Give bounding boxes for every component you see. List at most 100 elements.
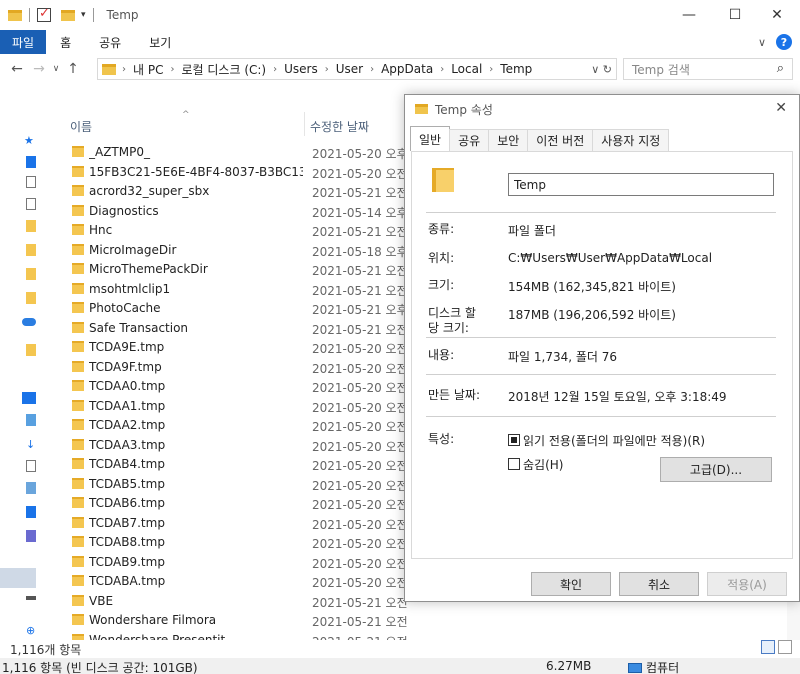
computer-icon[interactable] xyxy=(22,392,36,404)
tab-file[interactable]: 파일 xyxy=(0,30,47,54)
hidden-checkbox[interactable] xyxy=(508,458,520,470)
file-row[interactable]: TCDAB4.tmp 2021-05-20 오전 ... xyxy=(36,454,416,474)
file-row[interactable]: Hnc 2021-05-21 오전 ... xyxy=(36,220,416,240)
address-bar[interactable]: › 내 PC › 로컬 디스크 (C:) › Users › User › Ap… xyxy=(97,58,617,80)
quick-access-dropdown-icon[interactable]: ▾ xyxy=(81,10,86,20)
recent-locations-icon[interactable]: ∨ xyxy=(50,64,62,74)
chevron-right-icon[interactable]: › xyxy=(489,64,493,75)
objects-icon[interactable] xyxy=(26,414,36,426)
breadcrumb-users[interactable]: Users xyxy=(284,62,318,76)
breadcrumb-appdata[interactable]: AppData xyxy=(381,62,433,76)
star-icon[interactable]: ★ xyxy=(24,134,34,147)
apply-button[interactable]: 적용(A) xyxy=(707,572,787,596)
file-row[interactable]: TCDAA2.tmp 2021-05-20 오전 ... xyxy=(36,415,416,435)
folder-icon[interactable] xyxy=(26,244,36,256)
file-row[interactable]: TCDAB5.tmp 2021-05-20 오전 ... xyxy=(36,474,416,494)
readonly-label[interactable]: 읽기 전용(폴더의 파일에만 적용)(R) xyxy=(523,432,705,449)
file-row[interactable]: VBE2021-05-21 오전 ...파일 폴더 xyxy=(36,591,416,611)
local-disk-nav-item[interactable] xyxy=(0,568,36,588)
breadcrumb-local-disk[interactable]: 로컬 디스크 (C:) xyxy=(181,61,266,78)
chevron-right-icon[interactable]: › xyxy=(273,64,277,75)
folder-icon[interactable] xyxy=(26,268,36,280)
file-row[interactable]: TCDAB7.tmp 2021-05-20 오전 ... xyxy=(36,513,416,533)
document-icon[interactable] xyxy=(26,460,36,472)
breadcrumb-local[interactable]: Local xyxy=(451,62,482,76)
music-icon[interactable] xyxy=(26,506,36,518)
tab-view[interactable]: 보기 xyxy=(135,30,185,54)
tab-customize[interactable]: 사용자 지정 xyxy=(592,129,670,151)
breadcrumb-user[interactable]: User xyxy=(336,62,363,76)
folder-icon[interactable] xyxy=(26,220,36,232)
maximize-button[interactable]: ☐ xyxy=(712,0,758,30)
video-icon[interactable] xyxy=(26,530,36,542)
drive-icon[interactable] xyxy=(26,596,36,600)
file-row[interactable]: TCDAB8.tmp 2021-05-20 오전 ... xyxy=(36,532,416,552)
advanced-button[interactable]: 고급(D)... xyxy=(660,457,772,482)
expand-ribbon-icon[interactable]: ∨ xyxy=(758,36,766,49)
refresh-icon[interactable]: ∨ ↻ xyxy=(591,63,612,76)
dialog-close-icon[interactable]: ✕ xyxy=(775,100,787,116)
close-button[interactable]: ✕ xyxy=(754,0,800,30)
folder-name-input[interactable] xyxy=(508,173,774,196)
file-row[interactable]: PhotoCache 2021-05-21 오후 ... xyxy=(36,298,416,318)
file-row[interactable]: TCDAA0.tmp 2021-05-20 오전 ... xyxy=(36,376,416,396)
file-row[interactable]: TCDA9F.tmp 2021-05-20 오전 ... xyxy=(36,357,416,377)
minimize-button[interactable]: — xyxy=(666,0,712,30)
help-icon[interactable]: ? xyxy=(776,34,792,50)
file-row[interactable]: TCDAA3.tmp 2021-05-20 오전 ... xyxy=(36,435,416,455)
new-folder-quick-access-icon[interactable] xyxy=(61,9,75,21)
navigation-pane[interactable]: ★ ↓ ⊕ xyxy=(0,112,36,640)
details-view-icon[interactable] xyxy=(761,640,775,654)
tab-home[interactable]: 홈 xyxy=(46,30,85,54)
onedrive-icon[interactable] xyxy=(22,318,36,326)
back-arrow-icon[interactable]: ← xyxy=(6,61,28,77)
network-icon[interactable]: ⊕ xyxy=(26,624,36,637)
document-icon[interactable] xyxy=(26,176,36,188)
chevron-right-icon[interactable]: › xyxy=(122,64,126,75)
file-row[interactable]: _AZTMP0_ 2021-05-20 오후 ... xyxy=(36,142,416,162)
column-header-name[interactable]: 이름 xyxy=(70,118,92,135)
tab-share[interactable]: 공유 xyxy=(85,30,135,54)
file-row[interactable]: acrord32_super_sbx 2021-05-21 오전 ... xyxy=(36,181,416,201)
file-row[interactable]: Diagnostics 2021-05-14 오후 ... xyxy=(36,201,416,221)
file-row[interactable]: Safe Transaction 2021-05-21 오전 ... xyxy=(36,318,416,338)
column-header-date[interactable]: 수정한 날짜 xyxy=(310,118,369,135)
hidden-label[interactable]: 숨김(H) xyxy=(523,456,563,473)
up-arrow-icon[interactable]: ↑ xyxy=(62,61,84,77)
breadcrumb-temp[interactable]: Temp xyxy=(500,62,532,76)
chevron-right-icon[interactable]: › xyxy=(325,64,329,75)
file-row[interactable]: TCDAB6.tmp 2021-05-20 오전 ... xyxy=(36,493,416,513)
search-input[interactable]: Temp 검색 ⌕ xyxy=(623,58,793,80)
tab-general[interactable]: 일반 xyxy=(410,126,451,151)
file-row[interactable]: 15FB3C21-5E6E-4BF4-8037-B3BC1314... 2021-… xyxy=(36,162,416,182)
column-divider[interactable] xyxy=(304,112,305,136)
folder-icon[interactable] xyxy=(26,344,36,356)
file-row[interactable]: TCDAA1.tmp 2021-05-20 오전 ... xyxy=(36,396,416,416)
file-row[interactable]: TCDAB9.tmp 2021-05-20 오전 ... xyxy=(36,552,416,572)
chevron-right-icon[interactable]: › xyxy=(440,64,444,75)
document-icon[interactable] xyxy=(26,198,36,210)
tab-previous-versions[interactable]: 이전 버전 xyxy=(527,129,594,151)
desktop-icon[interactable] xyxy=(26,156,36,168)
ok-button[interactable]: 확인 xyxy=(531,572,611,596)
properties-quick-access-icon[interactable] xyxy=(37,6,51,22)
chevron-right-icon[interactable]: › xyxy=(170,64,174,75)
chevron-right-icon[interactable]: › xyxy=(370,64,374,75)
cancel-button[interactable]: 취소 xyxy=(619,572,699,596)
file-row[interactable]: TCDA9E.tmp 2021-05-20 오전 ... xyxy=(36,337,416,357)
download-icon[interactable]: ↓ xyxy=(26,438,36,451)
large-icons-view-icon[interactable] xyxy=(778,640,792,654)
file-row[interactable]: MicroThemePackDir 2021-05-21 오전 ... xyxy=(36,259,416,279)
file-list[interactable]: _AZTMP0_2021-05-20 오후 ...15FB3C21-5E6E-4… xyxy=(36,142,416,640)
forward-arrow-icon[interactable]: → xyxy=(28,61,50,77)
file-row[interactable]: Wondershare Filmora2021-05-21 오전 ...파일 폴… xyxy=(36,610,416,630)
breadcrumb-this-pc[interactable]: 내 PC xyxy=(133,61,163,78)
file-row[interactable]: TCDABA.tmp 2021-05-20 오전 ... xyxy=(36,571,416,591)
tab-sharing[interactable]: 공유 xyxy=(449,129,490,151)
readonly-checkbox[interactable] xyxy=(508,434,520,446)
tab-security[interactable]: 보안 xyxy=(488,129,529,151)
file-row[interactable]: Wondershare Presentit2021-05-21 오전 ...파일… xyxy=(36,630,416,640)
file-row[interactable]: MicroImageDir 2021-05-18 오후 ... xyxy=(36,240,416,260)
file-row[interactable]: msohtmlclip1 2021-05-21 오전 ... xyxy=(36,279,416,299)
folder-icon[interactable] xyxy=(26,292,36,304)
